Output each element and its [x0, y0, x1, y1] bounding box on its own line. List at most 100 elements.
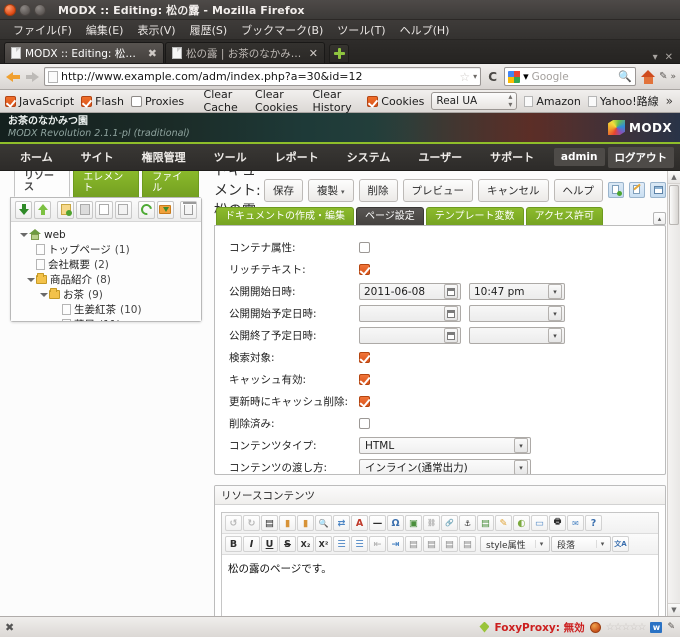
tree-tab-elements[interactable]: エレメント [73, 171, 140, 197]
tree-node-company[interactable]: 会社概要 (2) [17, 257, 199, 272]
logout-button[interactable]: ログアウト [607, 146, 674, 168]
nav-system[interactable]: システム [333, 144, 405, 170]
scroll-down-icon[interactable]: ▼ [668, 603, 680, 616]
close-window-tab-icon[interactable]: ✕ [665, 52, 673, 63]
format-select[interactable]: 段落 ▾ [551, 536, 611, 552]
tree-tab-resources[interactable]: リソース [14, 171, 71, 197]
language-icon[interactable]: 文A [612, 536, 629, 552]
chevron-down-icon[interactable]: ▾ [535, 540, 547, 548]
indent-icon[interactable]: ⇥ [387, 536, 404, 552]
insert-template-icon[interactable]: ▭ [531, 515, 548, 531]
find-icon[interactable]: 🔍 [315, 515, 332, 531]
text-color-icon[interactable]: ✎ [495, 515, 512, 531]
insert-image-icon[interactable]: ▣ [405, 515, 422, 531]
superscript-icon[interactable]: X² [315, 536, 332, 552]
stepper-icon[interactable]: ▴ ▾ [508, 93, 512, 109]
tree-node-products[interactable]: 商品紹介 (8) [17, 272, 199, 287]
chevron-down-icon[interactable]: ▾ [548, 306, 562, 321]
close-tab-icon[interactable]: ✕ [309, 47, 318, 60]
tree-node-ginger-tea[interactable]: 生姜紅茶 (10) [17, 302, 199, 317]
checkbox-icon[interactable] [367, 95, 379, 107]
search-icon[interactable]: 🔍 [618, 70, 632, 83]
help-icon[interactable]: ? [585, 515, 602, 531]
tree-node-tea[interactable]: お茶 (9) [17, 287, 199, 302]
bullet-list-icon[interactable]: ☰ [333, 536, 350, 552]
subscript-icon[interactable]: X₂ [297, 536, 314, 552]
shield-icon[interactable] [589, 621, 601, 633]
clear-cookies-button[interactable]: Clear Cookies [255, 88, 305, 114]
redo-icon[interactable]: ↻ [243, 515, 260, 531]
new-weblink-icon[interactable] [76, 200, 94, 219]
strikethrough-icon[interactable]: S [279, 536, 296, 552]
nav-site[interactable]: サイト [67, 144, 128, 170]
publish-date-input[interactable]: 2011-06-08 [359, 283, 461, 300]
help-button[interactable]: ヘルプ [553, 178, 603, 202]
source-code-icon[interactable]: ▤ [261, 515, 278, 531]
cacheable-checkbox[interactable] [359, 374, 370, 385]
nav-users[interactable]: ユーザー [404, 144, 476, 170]
new-tab-button[interactable] [329, 44, 349, 63]
expander-icon[interactable] [39, 290, 48, 299]
chevron-down-icon[interactable]: ▾ [548, 284, 562, 299]
menu-view[interactable]: 表示(V) [130, 20, 182, 40]
tab-page-settings[interactable]: ページ設定 [356, 207, 424, 225]
window-view-icon[interactable] [650, 182, 666, 198]
rating-stars-icon[interactable]: ☆☆☆☆☆ [606, 622, 647, 633]
reload-button[interactable]: C [484, 67, 501, 86]
expand-all-icon[interactable] [34, 200, 52, 219]
cancel-button[interactable]: キャンセル [478, 178, 549, 202]
delete-button[interactable]: 削除 [358, 178, 398, 202]
anchor-icon[interactable]: ⚓ [459, 515, 476, 531]
align-center-icon[interactable]: ▤ [423, 536, 440, 552]
list-all-tabs-icon[interactable]: ▾ [653, 52, 658, 63]
web-of-trust-icon[interactable]: w [650, 621, 663, 633]
email-icon[interactable]: ✉ [567, 515, 584, 531]
outdent-icon[interactable]: ⇤ [369, 536, 386, 552]
tree-node-web[interactable]: web [17, 227, 199, 242]
pub-end-date-input[interactable] [359, 327, 461, 344]
editor-content[interactable]: 松の露のページです。 [222, 555, 658, 582]
calendar-icon[interactable] [444, 284, 458, 299]
toolbar-pencil-icon[interactable]: ✎ [659, 71, 667, 82]
clear-history-button[interactable]: Clear History [312, 88, 360, 114]
scroll-up-icon[interactable]: ▲ [668, 171, 680, 184]
tree-tab-files[interactable]: ファイル [142, 171, 199, 197]
menu-tools[interactable]: ツール(T) [330, 20, 392, 40]
horizontal-rule-icon[interactable]: — [369, 515, 386, 531]
chevron-down-icon[interactable]: ▾ [523, 70, 529, 83]
chevron-down-icon[interactable]: ▾ [596, 540, 608, 548]
menu-bookmarks[interactable]: ブックマーク(B) [234, 20, 330, 40]
print-icon[interactable]: 🖶 [549, 515, 566, 531]
content-disposition-select[interactable]: インライン(通常出力) ▾ [359, 459, 531, 474]
close-statusbar-icon[interactable]: ✖ [5, 621, 14, 634]
address-bar[interactable]: http://www.example.com/adm/index.php?a=3… [44, 67, 482, 86]
chevron-down-icon[interactable]: ▾ [473, 72, 477, 81]
content-scrollbar[interactable]: ▲ ▼ [667, 171, 680, 616]
align-right-icon[interactable]: ▤ [441, 536, 458, 552]
bookmark-yahoo-transit[interactable]: Yahoo!路線 [587, 93, 659, 109]
tree-node-toppage[interactable]: トップページ (1) [17, 242, 199, 257]
close-tab-icon[interactable]: ✖ [148, 47, 157, 60]
nav-home[interactable]: ホーム [6, 144, 67, 170]
underline-icon[interactable]: U [261, 536, 278, 552]
pencil-icon[interactable]: ✎ [667, 622, 675, 632]
preview-button[interactable]: プレビュー [402, 178, 473, 202]
toggle-proxies[interactable]: Proxies [130, 95, 184, 108]
nav-reports[interactable]: レポート [261, 144, 333, 170]
find-replace-icon[interactable]: ⇄ [333, 515, 350, 531]
deleted-checkbox[interactable] [359, 418, 370, 429]
tree-node-kunpu[interactable]: 薫風 (11) [17, 317, 199, 321]
toggle-cookies[interactable]: Cookies [367, 95, 424, 108]
pub-start-date-input[interactable] [359, 305, 461, 322]
home-button[interactable] [641, 69, 656, 84]
tab-template-variables[interactable]: テンプレート変数 [425, 207, 524, 225]
nav-support[interactable]: サポート [476, 144, 548, 170]
italic-icon[interactable]: I [243, 536, 260, 552]
browser-tab-site[interactable]: 松の露 | お茶のなかみつ園 ✕ [165, 42, 325, 63]
clear-cache-button[interactable]: Clear Cache [204, 88, 249, 114]
richtext-checkbox[interactable] [359, 264, 370, 275]
tab-document-edit[interactable]: ドキュメントの作成・編集 [216, 207, 354, 225]
paste-icon[interactable] [114, 200, 132, 219]
collapse-all-icon[interactable] [15, 200, 33, 219]
special-char-icon[interactable]: Ω [387, 515, 404, 531]
